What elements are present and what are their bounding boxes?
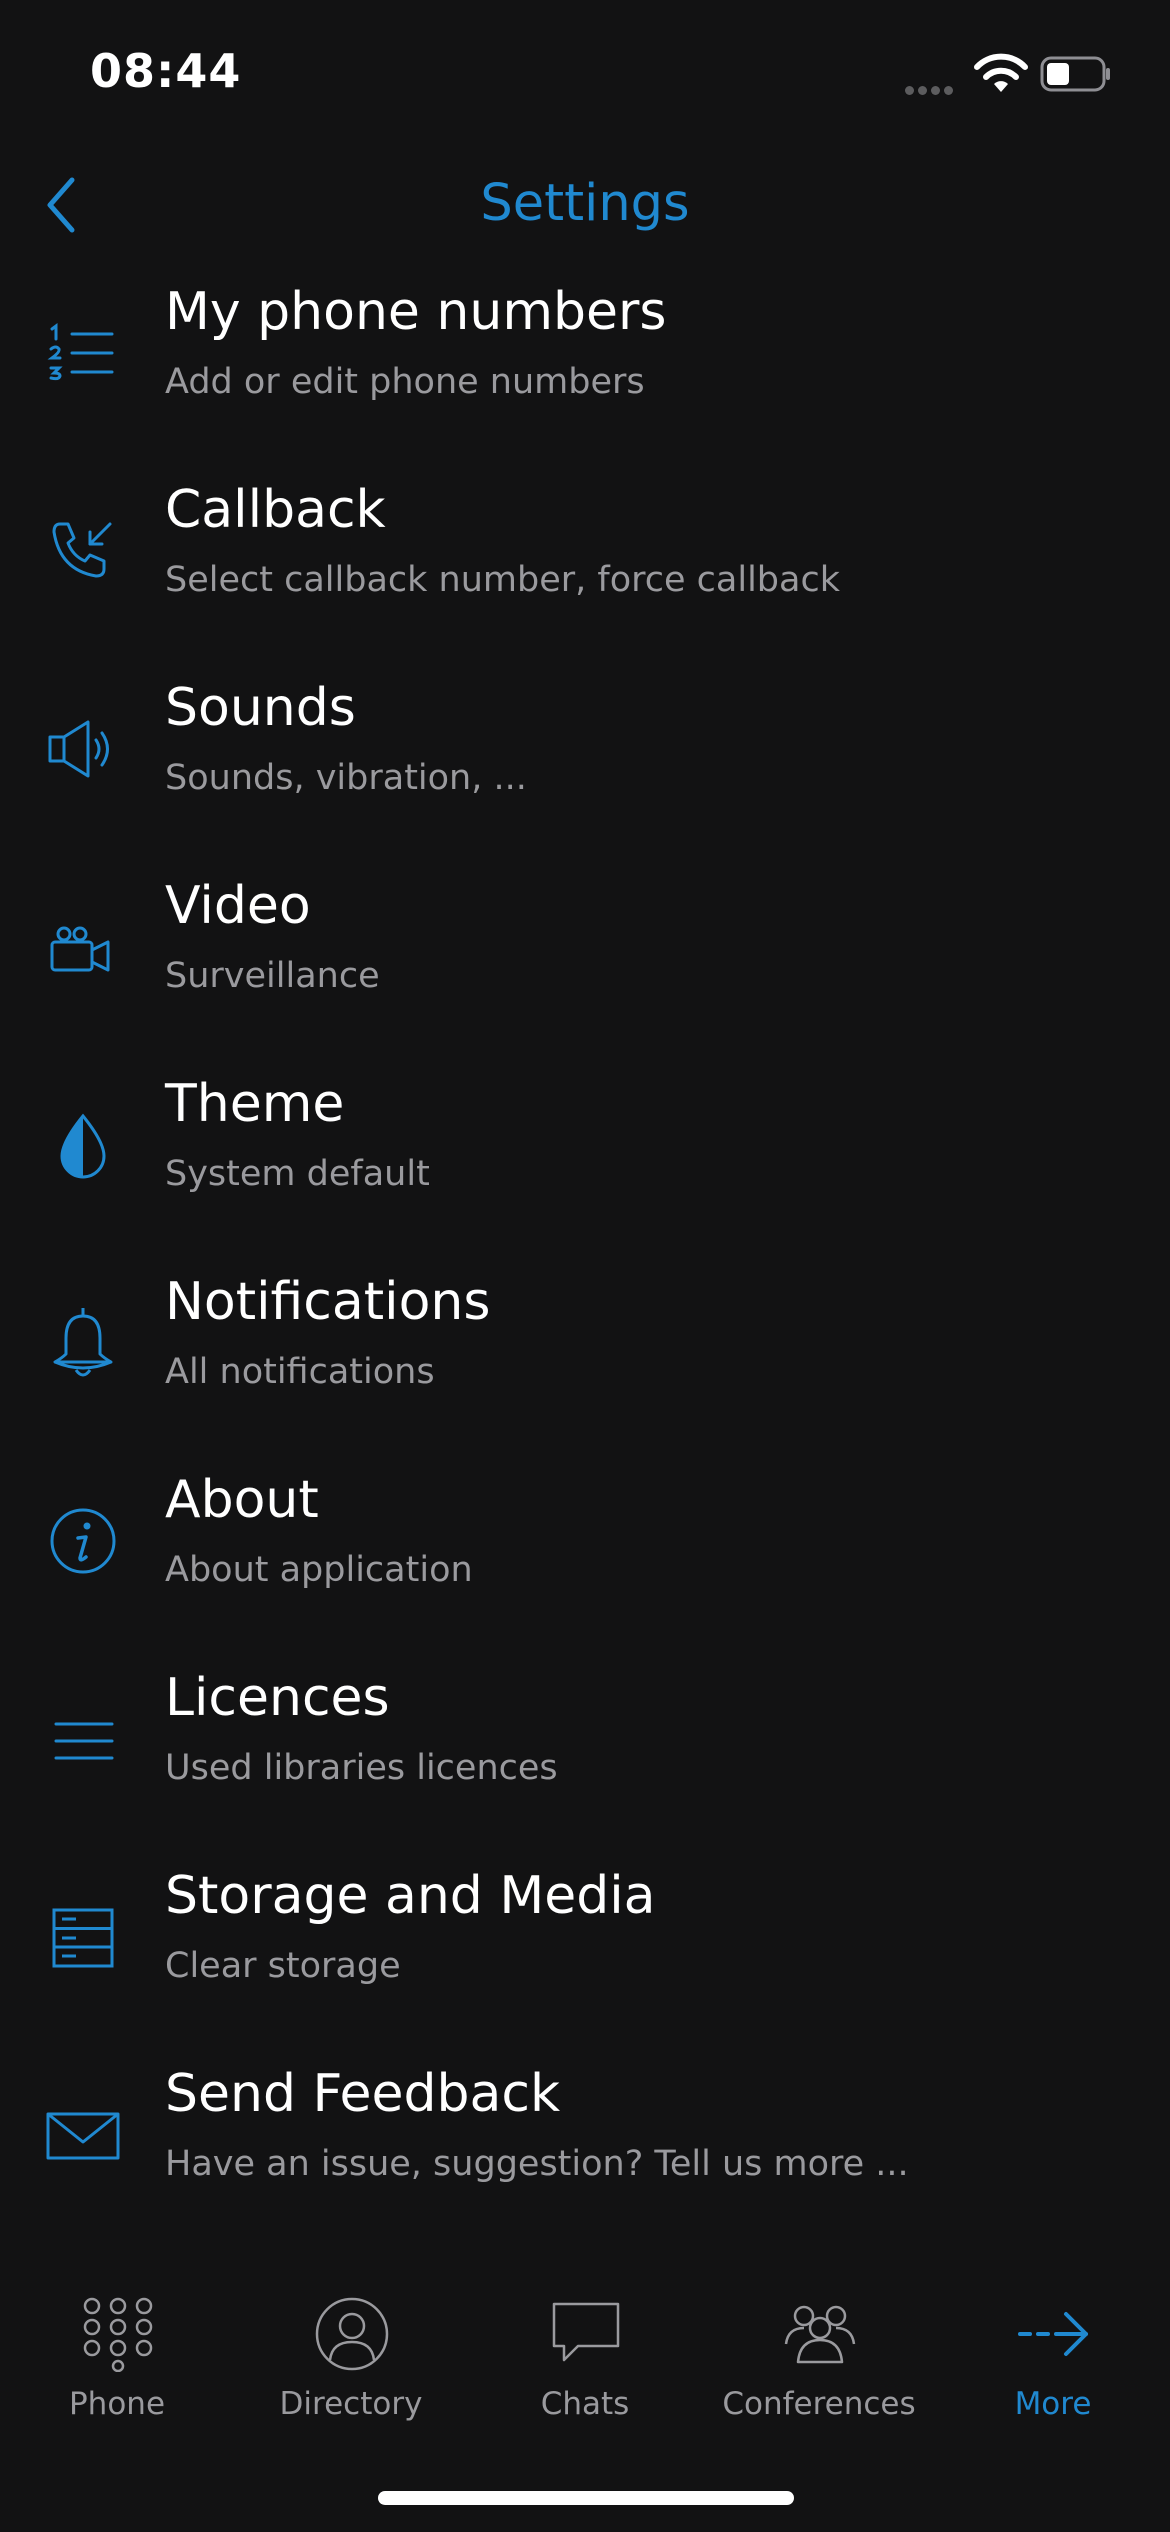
settings-item-title: Sounds bbox=[165, 678, 356, 738]
settings-item-licences[interactable]: Licences Used libraries licences bbox=[0, 1656, 1170, 1854]
settings-item-subtitle: Surveillance bbox=[165, 956, 380, 996]
settings-item-title: About bbox=[165, 1470, 319, 1530]
chat-bubble-icon bbox=[552, 2302, 620, 2362]
settings-item-title: Notifications bbox=[165, 1272, 491, 1332]
settings-item-subtitle: All notifications bbox=[165, 1352, 435, 1392]
settings-item-subtitle: Select callback number, force callback bbox=[165, 560, 840, 600]
settings-item-subtitle: System default bbox=[165, 1154, 430, 1194]
tab-label: Chats bbox=[540, 2386, 630, 2422]
settings-item-callback[interactable]: Callback Select callback number, force c… bbox=[0, 468, 1170, 666]
person-icon bbox=[315, 2297, 389, 2371]
speaker-icon bbox=[48, 720, 109, 778]
settings-item-theme[interactable]: Theme System default bbox=[0, 1062, 1170, 1260]
battery-icon bbox=[1040, 56, 1110, 92]
settings-item-subtitle: Have an issue, suggestion? Tell us more … bbox=[165, 2144, 909, 2184]
tab-label: More bbox=[1014, 2386, 1092, 2422]
storage-icon bbox=[52, 1908, 114, 1968]
settings-item-title: Licences bbox=[165, 1668, 390, 1728]
home-indicator[interactable] bbox=[378, 2491, 794, 2505]
settings-item-title: Storage and Media bbox=[165, 1866, 656, 1926]
signal-icon bbox=[905, 80, 957, 99]
tab-label: Conferences bbox=[722, 2386, 916, 2422]
settings-item-title: My phone numbers bbox=[165, 282, 667, 342]
tab-label: Phone bbox=[68, 2386, 166, 2422]
keypad-icon bbox=[83, 2297, 153, 2372]
settings-item-feedback[interactable]: Send Feedback Have an issue, suggestion?… bbox=[0, 2052, 1170, 2250]
settings-item-subtitle: About application bbox=[165, 1550, 473, 1590]
tab-phone[interactable]: Phone bbox=[0, 2270, 234, 2430]
lines-icon bbox=[54, 1722, 114, 1760]
tab-directory[interactable]: Directory bbox=[234, 2270, 468, 2430]
numbered-list-icon bbox=[47, 323, 114, 381]
tab-conferences[interactable]: Conferences bbox=[702, 2270, 936, 2430]
tab-more[interactable]: More bbox=[936, 2270, 1170, 2430]
status-time: 08:44 bbox=[90, 44, 242, 98]
settings-item-subtitle: Used libraries licences bbox=[165, 1748, 558, 1788]
info-icon bbox=[50, 1508, 116, 1574]
settings-item-video[interactable]: Video Surveillance bbox=[0, 864, 1170, 1062]
drop-icon bbox=[60, 1113, 106, 1179]
tab-chats[interactable]: Chats bbox=[468, 2270, 702, 2430]
settings-item-about[interactable]: About About application bbox=[0, 1458, 1170, 1656]
navigation-bar: Settings bbox=[0, 150, 1170, 260]
settings-item-phone-numbers[interactable]: My phone numbers Add or edit phone numbe… bbox=[0, 270, 1170, 468]
incoming-call-icon bbox=[52, 522, 112, 578]
settings-item-storage[interactable]: Storage and Media Clear storage bbox=[0, 1854, 1170, 2052]
page-title: Settings bbox=[480, 174, 690, 233]
tab-label: Directory bbox=[279, 2386, 423, 2422]
settings-list: My phone numbers Add or edit phone numbe… bbox=[0, 270, 1170, 2250]
settings-item-subtitle: Add or edit phone numbers bbox=[165, 362, 645, 402]
settings-item-subtitle: Clear storage bbox=[165, 1946, 401, 1986]
status-bar: 08:44 bbox=[0, 0, 1170, 150]
video-camera-icon bbox=[50, 926, 110, 972]
settings-item-notifications[interactable]: Notifications All notifications bbox=[0, 1260, 1170, 1458]
settings-item-title: Send Feedback bbox=[165, 2064, 561, 2124]
bell-icon bbox=[53, 1308, 113, 1377]
arrow-right-icon bbox=[1018, 2312, 1088, 2356]
settings-item-subtitle: Sounds, vibration, ... bbox=[165, 758, 527, 798]
group-icon bbox=[784, 2305, 856, 2364]
settings-item-title: Theme bbox=[165, 1074, 345, 1134]
settings-item-title: Video bbox=[165, 876, 311, 936]
envelope-icon bbox=[46, 2112, 120, 2160]
tab-bar: Phone Directory Chats Conferences More bbox=[0, 2270, 1170, 2450]
wifi-icon bbox=[974, 53, 1028, 92]
settings-item-title: Callback bbox=[165, 480, 386, 540]
settings-item-sounds[interactable]: Sounds Sounds, vibration, ... bbox=[0, 666, 1170, 864]
